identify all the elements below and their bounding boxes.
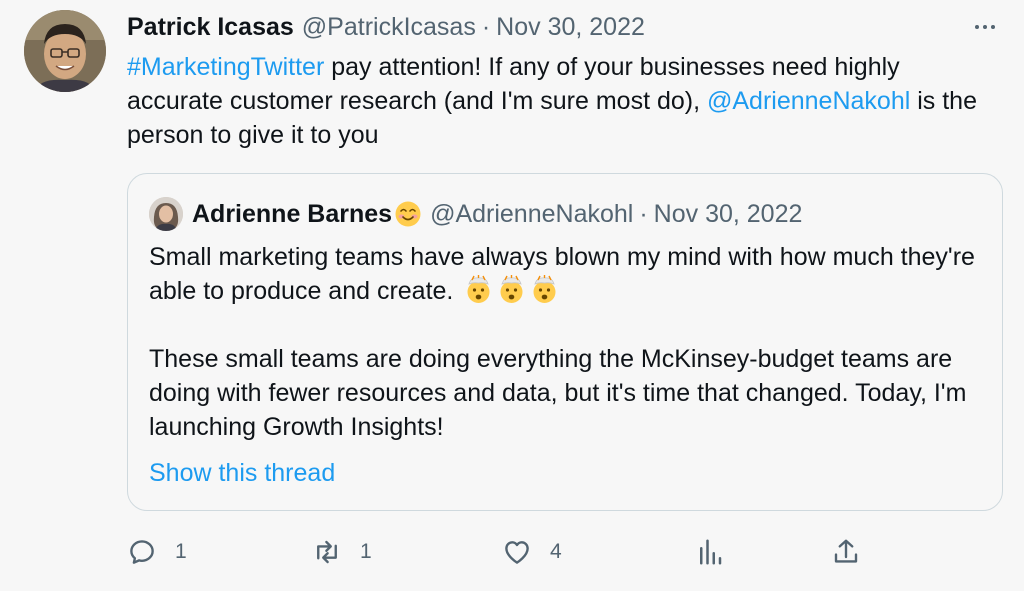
retweet-count: 1: [360, 540, 372, 563]
show-thread-link[interactable]: Show this thread: [149, 456, 335, 490]
analytics-button[interactable]: [695, 534, 725, 570]
more-options-button[interactable]: [970, 14, 1000, 40]
share-icon: [831, 537, 861, 567]
tweet: Patrick Icasas @PatrickIcasas · Nov 30, …: [0, 0, 1024, 591]
quoted-author-name: Adrienne Barnes: [192, 200, 393, 228]
analytics-icon: [695, 537, 725, 567]
reply-icon: [127, 537, 157, 567]
reply-count: 1: [175, 540, 187, 563]
quoted-tweet-date: Nov 30, 2022: [653, 200, 803, 228]
quoted-paragraph-1: Small marketing teams have always blown …: [149, 243, 975, 305]
smiling-face-icon: [394, 200, 422, 228]
retweet-button[interactable]: 1: [312, 534, 372, 570]
mention-link[interactable]: @AdrienneNakohl: [707, 87, 910, 115]
quoted-paragraph-2: These small teams are doing everything t…: [149, 345, 967, 441]
retweet-icon: [312, 537, 342, 567]
quoted-tweet-header: Adrienne Barnes @AdrienneNakohl · Nov 30…: [192, 198, 802, 230]
hashtag-link[interactable]: #MarketingTwitter: [127, 53, 324, 81]
tweet-date[interactable]: Nov 30, 2022: [496, 12, 645, 42]
quoted-author-handle: @AdrienneNakohl: [430, 200, 634, 228]
author-avatar[interactable]: [24, 10, 106, 92]
exploding-head-emoji-icon: [530, 275, 559, 304]
share-button[interactable]: [831, 534, 861, 570]
tweet-header: Patrick Icasas @PatrickIcasas · Nov 30, …: [127, 12, 645, 42]
quoted-tweet-text: Small marketing teams have always blown …: [149, 240, 989, 444]
reply-button[interactable]: 1: [127, 534, 187, 570]
quoted-header-separator: ·: [639, 200, 648, 228]
exploding-head-emoji-icon: [464, 275, 493, 304]
exploding-head-emoji-icon: [497, 275, 526, 304]
tweet-actions: 1 1 4: [127, 534, 867, 570]
more-horizontal-icon: [973, 25, 997, 29]
quoted-author-avatar: [149, 197, 183, 231]
author-handle[interactable]: @PatrickIcasas: [302, 12, 476, 42]
header-separator: ·: [481, 13, 491, 41]
heart-icon: [502, 537, 532, 567]
like-count: 4: [550, 540, 562, 563]
like-button[interactable]: 4: [502, 534, 562, 570]
author-name[interactable]: Patrick Icasas: [127, 12, 294, 42]
tweet-text: #MarketingTwitter pay attention! If any …: [127, 50, 997, 152]
quoted-tweet[interactable]: Adrienne Barnes @AdrienneNakohl · Nov 30…: [127, 173, 1003, 511]
